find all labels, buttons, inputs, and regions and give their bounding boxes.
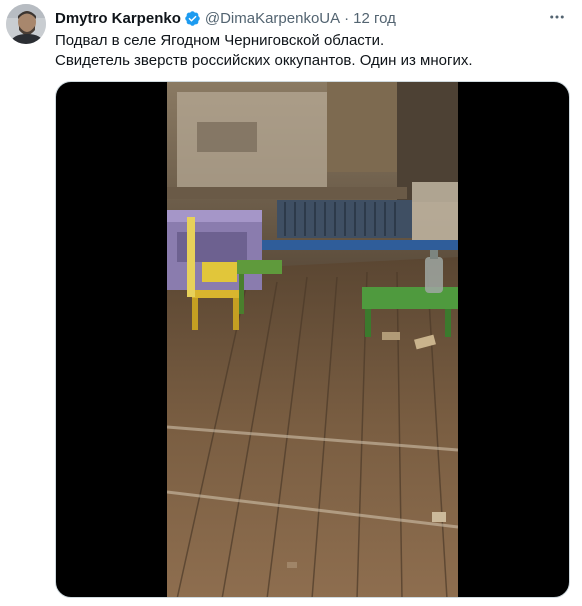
tweet-text-line-2: Свидетель зверств российских оккупантов.… [55,52,473,69]
tweet-text-line-1: Подвал в селе Ягодном Черниговской облас… [55,32,385,49]
author-name[interactable]: Dmytro Karpenko [55,10,181,27]
avatar[interactable] [6,4,46,44]
verified-badge-icon [184,10,201,27]
tweet: Dmytro Karpenko @DimaKarpenkoUA · 12 год… [0,0,582,606]
tweet-header: Dmytro Karpenko @DimaKarpenkoUA · 12 год [55,8,396,28]
timestamp[interactable]: 12 год [353,10,396,27]
video-frame [167,82,458,597]
more-dots-icon[interactable] [546,8,568,26]
basement-scene [167,82,458,597]
tweet-text: Подвал в селе Ягодном Черниговской облас… [55,31,555,71]
author-handle[interactable]: @DimaKarpenkoUA [205,10,340,27]
separator-dot: · [344,9,350,27]
avatar-image [6,4,46,44]
tweet-video[interactable] [55,81,570,598]
